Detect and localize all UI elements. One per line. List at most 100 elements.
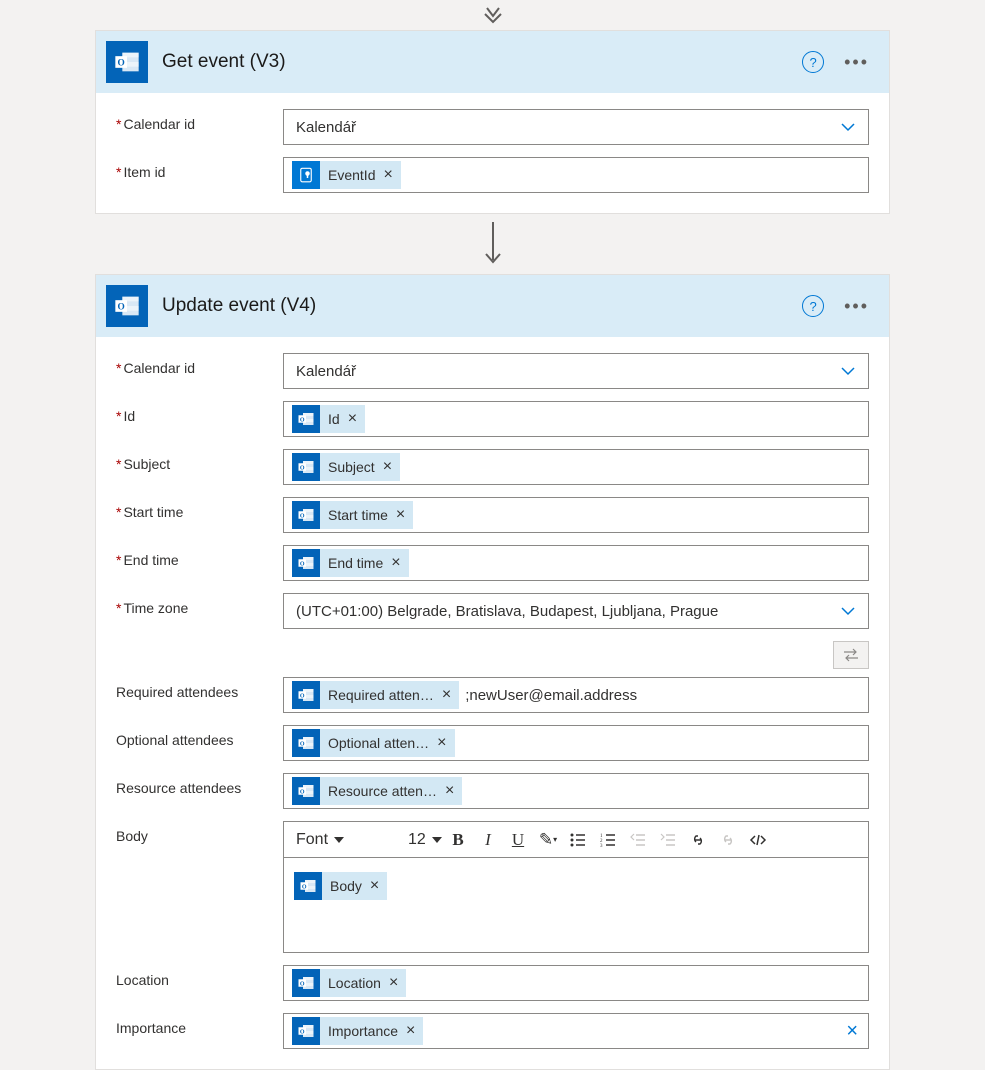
token-start-time[interactable]: Start time × [292,501,413,529]
token-remove-icon[interactable]: × [396,507,405,523]
subject-input[interactable]: Subject × [283,449,869,485]
font-family-select[interactable]: Font [288,826,398,854]
token-required-attendees[interactable]: Required atten… × [292,681,459,709]
body-content-area[interactable]: Body × [284,858,868,952]
end-time-input[interactable]: End time × [283,545,869,581]
bold-button[interactable]: B [444,826,472,854]
token-label: Location [326,975,383,991]
field-subject: *Subject Subject × [116,449,869,485]
location-input[interactable]: Location × [283,965,869,1001]
token-label: Importance [326,1023,400,1039]
field-item-id: *Item id EventId × [116,157,869,193]
bullet-list-button[interactable] [564,826,592,854]
token-label: Id [326,411,342,427]
token-label: End time [326,555,385,571]
token-remove-icon[interactable]: × [389,975,398,991]
link-button[interactable] [684,826,712,854]
connector-arrow-top [95,6,890,24]
trigger-icon [292,161,320,189]
token-remove-icon[interactable]: × [383,167,392,183]
calendar-id-select[interactable]: Kalendář [283,353,869,389]
token-remove-icon[interactable]: × [383,459,392,475]
token-location[interactable]: Location × [292,969,406,997]
field-label: *End time [116,545,271,568]
card-header[interactable]: Update event (V4) ? ••• [96,275,889,337]
token-remove-icon[interactable]: × [445,783,454,799]
token-remove-icon[interactable]: × [442,687,451,703]
card-title: Update event (V4) [162,295,788,317]
indent-button[interactable] [654,826,682,854]
rich-text-toolbar: Font 12 B I U ✎▾ [284,822,868,858]
token-subject[interactable]: Subject × [292,453,400,481]
swap-button[interactable] [833,641,869,669]
field-body: Body Font 12 B I U ✎▾ [116,821,869,953]
token-resource-attendees[interactable]: Resource atten… × [292,777,462,805]
outlook-token-icon [292,1017,320,1045]
help-icon[interactable]: ? [802,295,824,317]
outlook-token-icon [292,729,320,757]
token-remove-icon[interactable]: × [437,735,446,751]
field-label: Required attendees [116,677,271,700]
field-label: Importance [116,1013,271,1036]
chevron-down-icon [840,603,856,619]
select-value: Kalendář [296,119,840,136]
id-input[interactable]: Id × [283,401,869,437]
field-resource-attendees: Resource attendees Resource atten… × [116,773,869,809]
outlook-token-icon [292,969,320,997]
field-id: *Id Id × [116,401,869,437]
optional-attendees-input[interactable]: Optional atten… × [283,725,869,761]
font-size-select[interactable]: 12 [400,826,442,854]
outlook-connector-icon [106,41,148,83]
card-get-event: Get event (V3) ? ••• *Calendar id Kalend… [95,30,890,214]
more-menu-icon[interactable]: ••• [838,296,875,317]
body-rich-editor: Font 12 B I U ✎▾ [283,821,869,953]
outlook-token-icon [292,681,320,709]
select-value: (UTC+01:00) Belgrade, Bratislava, Budape… [296,603,840,620]
outlook-connector-icon [106,285,148,327]
token-remove-icon[interactable]: × [406,1023,415,1039]
resource-attendees-input[interactable]: Resource atten… × [283,773,869,809]
italic-button[interactable]: I [474,826,502,854]
importance-input[interactable]: Importance × × [283,1013,869,1049]
card-title: Get event (V3) [162,51,788,73]
token-optional-attendees[interactable]: Optional atten… × [292,729,455,757]
field-required-attendees: Required attendees Required atten… × ;ne… [116,677,869,713]
code-view-button[interactable] [744,826,772,854]
field-calendar-id: *Calendar id Kalendář [116,353,869,389]
token-remove-icon[interactable]: × [391,555,400,571]
token-remove-icon[interactable]: × [348,411,357,427]
connector-arrow [95,220,890,268]
start-time-input[interactable]: Start time × [283,497,869,533]
calendar-id-select[interactable]: Kalendář [283,109,869,145]
field-calendar-id: *Calendar id Kalendář [116,109,869,145]
help-icon[interactable]: ? [802,51,824,73]
token-body[interactable]: Body × [294,872,387,900]
field-end-time: *End time End time × [116,545,869,581]
token-id[interactable]: Id × [292,405,365,433]
more-menu-icon[interactable]: ••• [838,52,875,73]
token-importance[interactable]: Importance × [292,1017,423,1045]
time-zone-select[interactable]: (UTC+01:00) Belgrade, Bratislava, Budape… [283,593,869,629]
token-eventid[interactable]: EventId × [292,161,401,189]
field-label: *Item id [116,157,271,180]
underline-button[interactable]: U [504,826,532,854]
item-id-input[interactable]: EventId × [283,157,869,193]
field-label: *Calendar id [116,353,271,376]
outlook-token-icon [292,777,320,805]
field-label: *Calendar id [116,109,271,132]
field-label: *Subject [116,449,271,472]
token-remove-icon[interactable]: × [370,878,379,894]
card-header[interactable]: Get event (V3) ? ••• [96,31,889,93]
outlook-token-icon [292,501,320,529]
token-label: Body [328,878,364,894]
clear-field-icon[interactable]: × [846,1021,858,1041]
chevron-down-icon [840,363,856,379]
required-attendees-input[interactable]: Required atten… × ;newUser@email.address [283,677,869,713]
outdent-button[interactable] [624,826,652,854]
unlink-button[interactable] [714,826,742,854]
numbered-list-button[interactable] [594,826,622,854]
token-end-time[interactable]: End time × [292,549,409,577]
chevron-down-icon [840,119,856,135]
font-color-button[interactable]: ✎▾ [534,826,562,854]
outlook-token-icon [292,453,320,481]
